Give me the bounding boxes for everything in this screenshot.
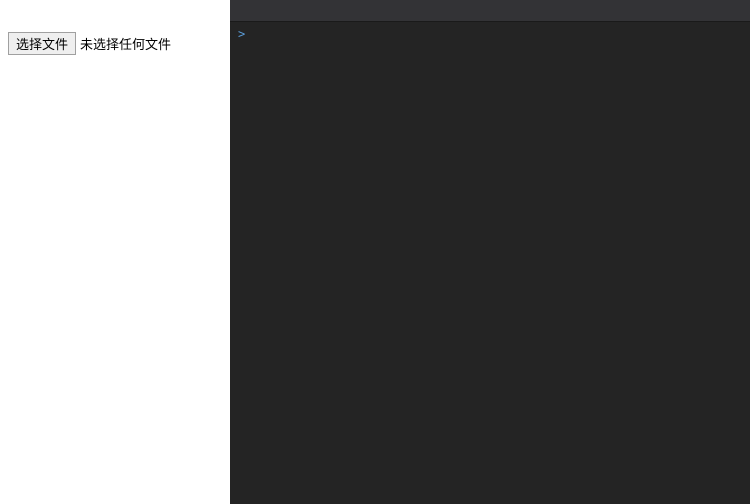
left-panel: 选择文件 未选择任何文件 — [0, 0, 230, 504]
console-prompt-icon: > — [238, 27, 245, 41]
file-status-text: 未选择任何文件 — [80, 34, 171, 53]
choose-file-button[interactable]: 选择文件 — [8, 32, 76, 55]
console-top-bar — [230, 0, 750, 22]
file-input-row: 选择文件 未选择任何文件 — [8, 32, 222, 55]
devtools-panel: > — [230, 0, 750, 504]
console-body[interactable]: > — [230, 22, 750, 504]
